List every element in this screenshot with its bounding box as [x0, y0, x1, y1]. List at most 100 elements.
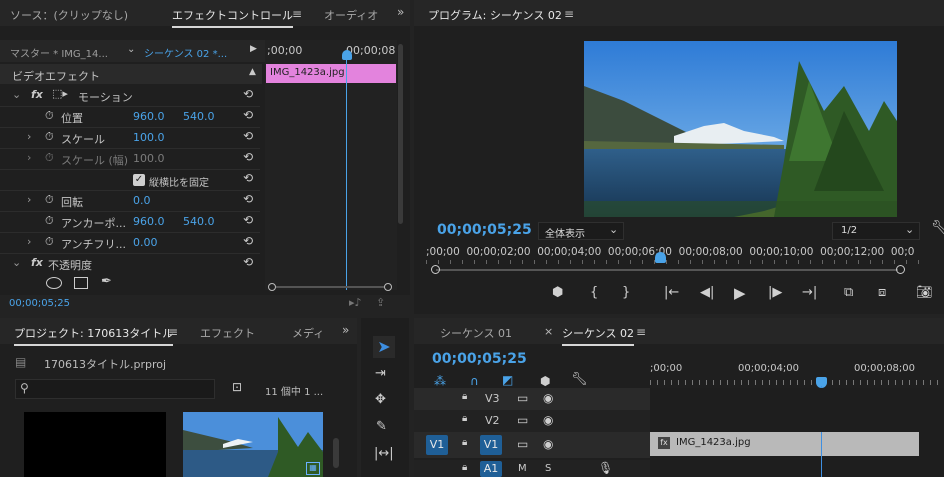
linked-selection-icon[interactable]: ∩	[470, 374, 479, 388]
selection-tool-icon[interactable]: ➤	[373, 336, 395, 358]
mark-out-icon[interactable]: }	[622, 285, 630, 300]
go-to-in-icon[interactable]: |←	[664, 285, 679, 300]
play-audio-icon[interactable]: ▸♪	[349, 296, 362, 309]
project-scrollbar[interactable]	[333, 438, 339, 468]
lock-icon[interactable]: 🔒︎	[462, 462, 467, 473]
ellipse-mask-icon[interactable]	[46, 277, 62, 289]
antiflicker-value[interactable]: 0.00	[133, 236, 158, 249]
track-a1-toggle[interactable]: A1	[480, 461, 502, 477]
lock-icon[interactable]: 🔒︎	[462, 437, 467, 448]
scrub-start-handle[interactable]	[431, 265, 440, 274]
stopwatch-icon[interactable]: ⏱	[45, 130, 54, 144]
camera-icon[interactable]: 📷︎	[916, 285, 933, 300]
thumbnail-landscape[interactable]: ▦	[183, 412, 323, 477]
uniform-scale-row[interactable]: ✓ 縦横比を固定 ⟲	[0, 169, 260, 190]
mute-button[interactable]: M	[518, 463, 527, 474]
track-select-tool-icon[interactable]: ⇥	[375, 366, 386, 381]
panel-menu-icon[interactable]: ≡	[636, 325, 646, 339]
timeline-timecode[interactable]: 00;00;05;25	[432, 351, 527, 367]
tab-project[interactable]: プロジェクト: 170613タイトル	[14, 325, 174, 346]
reset-icon[interactable]: ⟲	[243, 87, 253, 101]
microphone-icon[interactable]: 🎙︎	[598, 461, 613, 475]
reset-icon[interactable]: ⟲	[243, 171, 253, 185]
thumbnail-black[interactable]	[24, 412, 166, 477]
add-marker-icon[interactable]: ⬢	[552, 285, 563, 300]
rotation-row[interactable]: › ⏱ 回転 0.0 ⟲	[0, 190, 260, 211]
stopwatch-icon[interactable]: ⏱	[45, 214, 54, 228]
ripple-edit-tool-icon[interactable]: ✥	[375, 392, 386, 407]
effect-controls-timecode[interactable]: 00;00;05;25	[9, 298, 70, 309]
tab-sequence-01[interactable]: シーケンス 01	[440, 325, 512, 341]
position-x-value[interactable]: 960.0	[133, 110, 165, 123]
reset-icon[interactable]: ⟲	[243, 213, 253, 227]
chevron-right-icon[interactable]: ›	[27, 235, 31, 248]
lock-icon[interactable]: 🔒︎	[462, 391, 467, 402]
sequence-clip-label[interactable]: シーケンス 02 *...	[144, 45, 227, 60]
new-bin-from-search-icon[interactable]: ⊡	[232, 380, 242, 394]
film-icon[interactable]: ▭	[517, 413, 528, 427]
tab-audio[interactable]: オーディオ	[324, 7, 378, 23]
panel-menu-icon[interactable]: ≡	[564, 7, 574, 21]
tab-media[interactable]: メディ	[292, 325, 324, 341]
reset-icon[interactable]: ⟲	[243, 129, 253, 143]
slip-tool-icon[interactable]: |↔|	[374, 446, 394, 461]
reset-icon[interactable]: ⟲	[243, 255, 253, 269]
stopwatch-icon[interactable]: ⏱	[45, 109, 54, 123]
transform-icon[interactable]: ⬚▸	[52, 87, 68, 100]
chevron-right-icon[interactable]: ›	[27, 151, 31, 164]
collapse-up-icon[interactable]: ▲	[249, 67, 256, 77]
fit-dropdown[interactable]: 全体表示 ⌄	[538, 222, 624, 240]
track-v1-toggle[interactable]: V1	[480, 435, 502, 455]
film-icon[interactable]: ▭	[517, 391, 528, 405]
reset-icon[interactable]: ⟲	[243, 108, 253, 122]
program-title[interactable]: プログラム: シーケンス 02	[428, 7, 562, 23]
stopwatch-icon[interactable]: ⏱	[45, 193, 54, 207]
play-icon[interactable]: ▶	[734, 284, 746, 302]
scrub-end-handle[interactable]	[896, 265, 905, 274]
opacity-row[interactable]: ⌄ fx 不透明度 ⟲	[0, 253, 260, 274]
close-icon[interactable]: ×	[544, 325, 553, 338]
overflow-chevron-icon[interactable]: »	[342, 323, 349, 337]
fx-icon[interactable]: fx	[31, 256, 43, 269]
scale-value[interactable]: 100.0	[133, 131, 165, 144]
fx-icon[interactable]: fx	[31, 88, 43, 101]
motion-row[interactable]: ⌄ fx ⬚▸ モーション ⟲	[0, 85, 260, 106]
project-search-input[interactable]: ⚲	[15, 379, 215, 399]
mini-clip[interactable]: IMG_1423a.jpg	[266, 64, 396, 83]
anchor-x-value[interactable]: 960.0	[133, 215, 165, 228]
uniform-scale-checkbox[interactable]: ✓	[133, 174, 145, 186]
source-v1-toggle[interactable]: V1	[426, 435, 448, 455]
program-timecode[interactable]: 00;00;05;25	[437, 222, 532, 238]
lock-icon[interactable]: 🔒︎	[462, 413, 467, 424]
position-y-value[interactable]: 540.0	[183, 110, 215, 123]
stopwatch-icon[interactable]: ⏱	[45, 235, 54, 249]
panel-menu-icon[interactable]: ≡	[292, 7, 302, 21]
nest-icon[interactable]: ◩	[502, 373, 513, 387]
stopwatch-icon[interactable]: ⏱	[45, 151, 54, 165]
rotation-value[interactable]: 0.0	[133, 194, 151, 207]
reset-icon[interactable]: ⟲	[243, 192, 253, 206]
tab-effect-controls[interactable]: エフェクトコントロール	[172, 7, 293, 28]
eye-icon[interactable]: ◉	[543, 437, 553, 451]
go-to-out-icon[interactable]: →|	[802, 285, 817, 300]
solo-button[interactable]: S	[545, 463, 551, 474]
chevron-down-icon[interactable]: ⌄	[12, 88, 21, 101]
step-back-icon[interactable]: ◀|	[700, 285, 714, 300]
anchor-y-value[interactable]: 540.0	[183, 215, 215, 228]
vertical-scrollbar[interactable]	[398, 44, 403, 224]
chevron-down-icon[interactable]: ⌄	[12, 256, 21, 269]
add-marker-icon[interactable]: ⬢	[540, 374, 550, 388]
scrub-bar[interactable]	[436, 269, 898, 271]
panel-menu-icon[interactable]: ≡	[168, 325, 178, 339]
overflow-chevron-icon[interactable]: »	[397, 5, 404, 19]
mini-playhead-marker[interactable]	[342, 50, 352, 60]
program-video-frame[interactable]	[584, 41, 897, 217]
tab-effects[interactable]: エフェクト	[200, 325, 255, 341]
program-playhead-marker[interactable]	[655, 252, 666, 263]
antiflicker-row[interactable]: › ⏱ アンチフリ... 0.00 ⟲	[0, 232, 260, 253]
anchor-row[interactable]: ⏱ アンカーポ... 960.0 540.0 ⟲	[0, 211, 260, 232]
eye-icon[interactable]: ◉	[543, 413, 553, 427]
pen-mask-icon[interactable]: ✒	[101, 274, 112, 289]
wrench-icon[interactable]: 🔧︎	[571, 372, 588, 387]
resolution-dropdown[interactable]: 1/2 ⌄	[832, 222, 920, 240]
